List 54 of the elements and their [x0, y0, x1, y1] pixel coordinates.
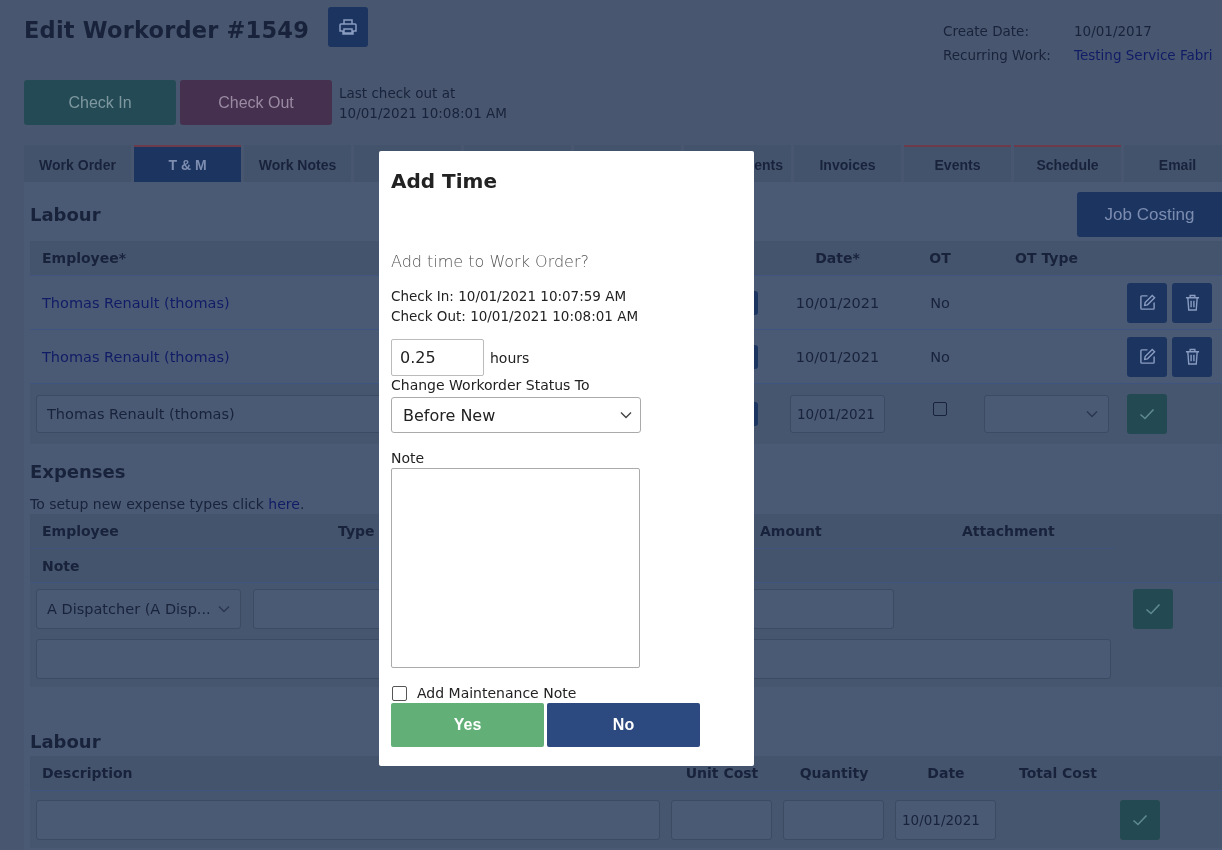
employee-link[interactable]: Thomas Renault (thomas): [42, 348, 230, 365]
check-icon: [1145, 603, 1161, 615]
dialog-title: Add Time: [391, 169, 498, 193]
maintenance-label: Add Maintenance Note: [417, 685, 577, 701]
status-select[interactable]: Before New: [391, 397, 641, 433]
check-out-button[interactable]: Check Out: [180, 80, 332, 125]
check-icon: [1139, 408, 1155, 420]
print-button[interactable]: [328, 7, 369, 47]
employee-select[interactable]: A Dispatcher (A Disp...: [36, 589, 241, 629]
yes-button[interactable]: Yes: [391, 703, 544, 747]
status-label: Change Workorder Status To: [391, 377, 591, 393]
delete-button[interactable]: [1172, 282, 1212, 323]
delete-button[interactable]: [1172, 336, 1212, 377]
date-field[interactable]: 10/01/2021: [790, 395, 885, 433]
chevron-down-icon: [1086, 410, 1098, 418]
hours-field[interactable]: 0.25: [391, 339, 484, 376]
edit-button[interactable]: [1127, 282, 1167, 323]
recurring-work-link[interactable]: Testing Service Fabri: [1074, 47, 1222, 68]
note-label: Note: [391, 450, 426, 466]
check-in-button[interactable]: Check In: [24, 80, 176, 125]
section-title: Labour: [30, 204, 101, 225]
tab[interactable]: T & M: [134, 145, 241, 182]
date-field[interactable]: 10/01/2021: [895, 799, 996, 840]
ot-type-select[interactable]: [984, 395, 1109, 433]
check-out-time: Check Out: 10/01/2021 10:08:01 AM: [391, 307, 640, 326]
check-icon: [1132, 813, 1148, 826]
save-button[interactable]: [1127, 394, 1167, 434]
note-field[interactable]: [391, 468, 640, 668]
trash-icon: [1184, 348, 1200, 365]
job-costing-button[interactable]: Job Costing: [1077, 192, 1222, 237]
check-in-time: Check In: 10/01/2021 10:07:59 AM: [391, 287, 628, 306]
chevron-down-icon: [218, 605, 230, 613]
dialog-question: Add time to Work Order?: [391, 252, 590, 271]
printer-icon: [339, 19, 358, 35]
save-button[interactable]: [1120, 799, 1160, 840]
table-cell: No: [930, 348, 950, 365]
chevron-down-icon: [620, 411, 632, 419]
edit-icon: [1138, 294, 1156, 311]
edit-button[interactable]: [1127, 336, 1167, 377]
save-button[interactable]: [1133, 589, 1173, 629]
no-button[interactable]: No: [547, 703, 700, 747]
trash-icon: [1184, 294, 1200, 311]
section-title: Expenses: [30, 461, 127, 482]
expense-setup-hint: To setup new expense types click here.: [30, 496, 306, 512]
employee-link[interactable]: Thomas Renault (thomas): [42, 294, 230, 311]
table-cell: No: [930, 294, 950, 311]
table-cell: 10/01/2021: [795, 348, 880, 365]
ot-checkbox[interactable]: [933, 402, 947, 416]
section-title: Labour: [30, 731, 102, 752]
hours-unit: hours: [490, 349, 530, 366]
here-link[interactable]: here: [268, 496, 300, 512]
maintenance-checkbox[interactable]: [392, 685, 407, 701]
table-cell: 10/01/2021: [795, 294, 880, 311]
edit-icon: [1138, 348, 1156, 365]
